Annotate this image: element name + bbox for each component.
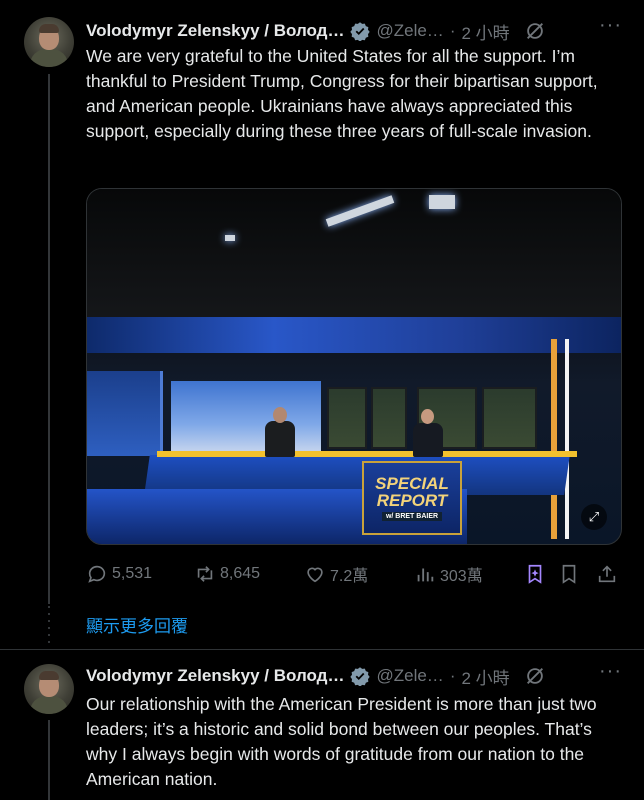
thread-line	[48, 720, 50, 800]
repost-button[interactable]: 8,645	[194, 560, 260, 588]
studio-blue-band	[87, 317, 621, 353]
more-icon[interactable]: ···	[599, 660, 622, 683]
panel-title-line1: SPECIAL	[375, 474, 449, 493]
thread-line	[48, 74, 50, 604]
studio-screen-capitol	[171, 381, 321, 453]
separator-dot: ·	[449, 21, 456, 40]
bookmark-icon	[562, 564, 576, 584]
views-icon	[417, 568, 434, 582]
host-figure	[413, 423, 443, 457]
thread-dotted-line	[48, 606, 50, 648]
timestamp[interactable]: 2 小時	[461, 664, 509, 689]
verified-badge-icon[interactable]	[350, 666, 371, 686]
more-icon[interactable]: ···	[599, 14, 622, 37]
studio-light	[429, 195, 455, 209]
host-head	[421, 409, 434, 424]
grok-summary-icon	[528, 564, 542, 584]
studio-window	[482, 387, 537, 449]
studio-screen-left	[87, 371, 163, 456]
grok-summary-button[interactable]	[524, 560, 546, 588]
author-handle[interactable]: @Zele…	[376, 21, 443, 41]
guest-head	[273, 407, 287, 423]
separator-dot: ·	[449, 666, 456, 685]
show-more-replies-link[interactable]: 顯示更多回覆	[86, 612, 188, 637]
grok-icon[interactable]	[524, 665, 546, 687]
tweet[interactable]: Volodymyr Zelenskyy / Волод… @Zele… · 2 …	[0, 650, 644, 800]
studio-window	[371, 387, 407, 449]
reply-count: 5,531	[112, 565, 153, 582]
studio-pillar	[551, 339, 557, 539]
share-button[interactable]	[596, 560, 618, 588]
share-icon	[598, 565, 616, 583]
author-name[interactable]: Volodymyr Zelenskyy / Волод…	[86, 666, 344, 686]
tweet-actions: 5,531 8,645 7.2萬 303萬	[86, 560, 622, 588]
grok-icon[interactable]	[524, 20, 546, 42]
tweet-header: Volodymyr Zelenskyy / Волод… @Zele… · 2 …	[86, 664, 546, 688]
tweet-media[interactable]: SPECIAL REPORT w/ BRET BAIER ⤢	[86, 188, 622, 545]
special-report-panel: SPECIAL REPORT w/ BRET BAIER	[362, 461, 462, 535]
tweet-header: Volodymyr Zelenskyy / Волод… @Zele… · 2 …	[86, 19, 546, 43]
reply-button[interactable]: 5,531	[86, 560, 152, 588]
verified-badge-icon[interactable]	[350, 21, 371, 41]
studio-desk-top	[157, 451, 577, 457]
avatar[interactable]	[24, 664, 74, 714]
like-count: 7.2萬	[330, 568, 369, 585]
avatar[interactable]	[24, 17, 74, 67]
studio-light	[225, 235, 235, 241]
like-button[interactable]: 7.2萬	[304, 560, 368, 588]
views-button[interactable]: 303萬	[414, 560, 483, 588]
panel-subtitle: w/ BRET BAIER	[381, 512, 443, 521]
author-handle[interactable]: @Zele…	[376, 666, 443, 686]
tweet[interactable]: Volodymyr Zelenskyy / Волод… @Zele… · 2 …	[0, 0, 644, 604]
tweet-text: We are very grateful to the United State…	[86, 46, 598, 141]
panel-title-line2: REPORT	[376, 491, 448, 510]
like-icon	[307, 567, 323, 583]
expand-icon[interactable]: ⤢	[581, 504, 607, 530]
views-count: 303萬	[440, 568, 483, 585]
reply-icon	[88, 565, 106, 583]
bookmark-button[interactable]	[558, 560, 580, 588]
studio-pillar	[565, 339, 569, 539]
repost-icon	[197, 566, 213, 582]
author-name[interactable]: Volodymyr Zelenskyy / Волод…	[86, 21, 344, 41]
studio-window	[327, 387, 367, 449]
tweet-text: Our relationship with the American Presi…	[86, 694, 597, 789]
guest-figure	[265, 421, 295, 457]
repost-count: 8,645	[220, 565, 261, 582]
timestamp[interactable]: 2 小時	[461, 19, 509, 44]
